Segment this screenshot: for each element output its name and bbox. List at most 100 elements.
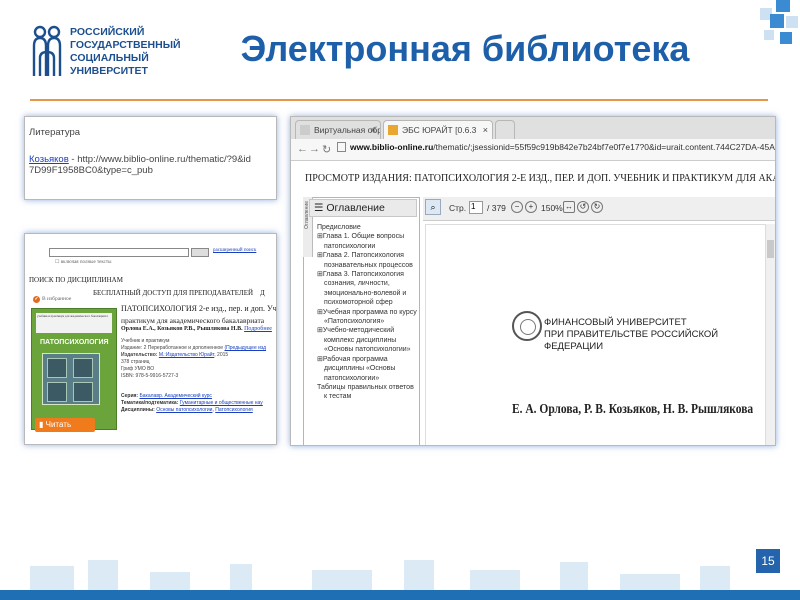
- toc-item[interactable]: ⊞Глава 2. Патопсихология познавательных …: [317, 251, 417, 270]
- free-access-label: БЕСПЛАТНЫЙ ДОСТУП ДЛЯ ПРЕПОДАВАТЕЛЕЙ: [93, 289, 254, 297]
- university-name: ФИНАНСОВЫЙ УНИВЕРСИТЕТ ПРИ ПРАВИТЕЛЬСТВЕ…: [544, 317, 765, 353]
- series-label: Серия:: [121, 393, 139, 399]
- tab-urait[interactable]: ЭБС ЮРАЙТ [0.6.3 ×: [383, 120, 493, 139]
- menu-tail: Д: [260, 289, 265, 297]
- link-url: - http://www.biblio-online.ru/thematic/?…: [68, 154, 251, 165]
- free-access-menu[interactable]: БЕСПЛАТНЫЙ ДОСТУП ДЛЯ ПРЕПОДАВАТЕЛЕЙ Д: [93, 289, 265, 297]
- advanced-search-link[interactable]: расширенный поиск: [213, 248, 256, 253]
- toc-heading[interactable]: ☰ Оглавление: [309, 199, 417, 217]
- close-icon[interactable]: ×: [483, 121, 488, 139]
- university-emblem: [512, 311, 542, 341]
- page-input[interactable]: 1: [469, 201, 483, 214]
- publish-year: , 2015: [214, 352, 229, 358]
- people-icon: [32, 25, 62, 76]
- decor-square: [88, 560, 118, 590]
- fulltext-checkbox[interactable]: ☐ включая полные тексты: [55, 259, 111, 265]
- page-number: 15: [756, 549, 780, 573]
- zoom-level: 150%: [541, 203, 563, 213]
- toc-item[interactable]: ⊞Глава 1. Общие вопросы патопсихологии: [317, 232, 417, 251]
- book-subtitle: практикум для академического бакалавриат…: [121, 316, 265, 325]
- decor-square: [776, 0, 790, 12]
- toc-item[interactable]: ⊞Глава 3. Патопсихология сознания, лично…: [317, 270, 417, 308]
- decor-square: [764, 30, 774, 40]
- discipline-link[interactable]: Основы патопсихологии: [156, 407, 212, 413]
- theme-link[interactable]: Гуманитарные и общественные нау: [180, 400, 263, 406]
- toc-item[interactable]: Таблицы правильных ответов к тестам: [317, 383, 417, 402]
- cover-image: [42, 353, 100, 405]
- author-link[interactable]: Козьяков: [29, 154, 69, 165]
- series-link[interactable]: Бакалавр. Академический курс: [140, 393, 212, 399]
- search-input[interactable]: [49, 248, 189, 257]
- forward-icon[interactable]: →: [309, 143, 320, 155]
- discipline-link[interactable]: Патопсихология: [215, 407, 252, 413]
- rotate-right-icon[interactable]: ↻: [591, 201, 603, 213]
- book-title[interactable]: ПАТОПСИХОЛОГИЯ 2-е изд., пер. и доп. Уче: [121, 304, 276, 313]
- reader-content: ПРОСМОТР ИЗДАНИЯ: ПАТОПСИХОЛОГИЯ 2-Е ИЗД…: [291, 161, 775, 445]
- decor-square: [700, 566, 730, 590]
- zoom-out-icon[interactable]: −: [511, 201, 523, 213]
- scroll-thumb[interactable]: [767, 240, 774, 258]
- url-field[interactable]: www.biblio-online.ru/thematic/;jsessioni…: [337, 142, 775, 152]
- read-label: Читать: [45, 420, 72, 429]
- meta-publisher: Издательство: М.:Издательство Юрайт, 201…: [121, 352, 266, 359]
- publisher-link[interactable]: М.:Издательство Юрайт: [159, 352, 214, 358]
- zoom-in-icon[interactable]: +: [525, 201, 537, 213]
- document-page: ФИНАНСОВЫЙ УНИВЕРСИТЕТ ПРИ ПРАВИТЕЛЬСТВЕ…: [425, 224, 765, 445]
- logo-line: РОССИЙСКИЙ: [70, 26, 145, 38]
- reader-toolbar: ⌕ Стр. 1 / 379 − + 150% ↔ ↺ ↻: [423, 197, 775, 221]
- prev-edition-link[interactable]: (Предыдущее изд: [224, 345, 266, 351]
- cover-header: учебник и практикум для академического б…: [36, 313, 112, 333]
- catalog-screenshot: расширенный поиск ☐ включая полные текст…: [24, 233, 277, 445]
- logo-line: СОЦИАЛЬНЫЙ: [70, 52, 149, 64]
- document-authors: Е. А. Орлова, Р. В. Козьяков, Н. В. Рышл…: [512, 401, 754, 416]
- decor-square: [780, 32, 792, 44]
- toc-item[interactable]: ⊞Рабочая программа дисциплины «Основы па…: [317, 355, 417, 383]
- decor-square: [230, 564, 252, 590]
- address-bar: ← → ↻ www.biblio-online.ru/thematic/;jse…: [291, 139, 775, 161]
- decor-square: [150, 572, 190, 590]
- favorites-label: В избранное: [42, 296, 72, 302]
- meta-grif: Гриф УМО ВО: [121, 366, 155, 372]
- toc-item[interactable]: ⊞Учебная программа по курсу «Патопсихоло…: [317, 308, 417, 327]
- logo-line: ГОСУДАРСТВЕННЫЙ: [70, 39, 181, 51]
- reader-browser-screenshot: Виртуальная образ× ЭБС ЮРАЙТ [0.6.3 × ← →…: [290, 116, 776, 446]
- tab-virtual[interactable]: Виртуальная образ×: [295, 120, 381, 139]
- theme-row: Тематика/подтематика: Гуманитарные и общ…: [121, 400, 263, 407]
- decor-square: [30, 566, 74, 590]
- checkbox-label: включая полные тексты: [60, 260, 112, 265]
- literature-heading: Литература: [29, 127, 81, 138]
- fit-width-icon[interactable]: ↔: [563, 201, 575, 213]
- series-row: Серия: Бакалавр. Академический курс: [121, 393, 263, 400]
- star-icon: ✓: [33, 296, 40, 303]
- disciplines-menu[interactable]: ПОИСК ПО ДИСЦИПЛИНАМ: [29, 276, 123, 284]
- view-title: ПРОСМОТР ИЗДАНИЯ: ПАТОПСИХОЛОГИЯ 2-Е ИЗД…: [305, 173, 775, 184]
- title-divider: [30, 99, 768, 101]
- toc-item[interactable]: Предисловие: [317, 223, 417, 232]
- page-label: Стр.: [449, 203, 467, 213]
- search-icon[interactable]: ⌕: [425, 199, 441, 215]
- details-link[interactable]: Подробнее: [244, 326, 272, 332]
- reload-icon[interactable]: ↻: [322, 143, 331, 156]
- toc-list: Предисловие ⊞Глава 1. Общие вопросы пато…: [317, 223, 417, 402]
- book-cover[interactable]: учебник и практикум для академического б…: [31, 308, 117, 430]
- back-icon[interactable]: ←: [297, 143, 308, 155]
- meta-isbn: ISBN: 978-5-9916-5727-3: [121, 373, 179, 379]
- footer-band: [0, 590, 800, 600]
- tab-label: ЭБС ЮРАЙТ [0.6.3: [402, 125, 477, 135]
- favorites-button[interactable]: ✓ В избранное: [33, 296, 71, 303]
- slide-title: Электронная библиотека: [240, 28, 690, 69]
- book-meta: Учебник и практикум Издание: 2 Переработ…: [121, 338, 266, 380]
- list-icon: ☰: [314, 202, 327, 214]
- publisher-label: Издательство:: [121, 352, 158, 358]
- rotate-left-icon[interactable]: ↺: [577, 201, 589, 213]
- page-scrollbar[interactable]: [765, 224, 775, 445]
- new-tab-button[interactable]: [495, 120, 515, 139]
- decor-square: [560, 562, 588, 590]
- search-button[interactable]: [191, 248, 209, 257]
- close-icon[interactable]: ×: [371, 121, 376, 139]
- logo-line: УНИВЕРСИТЕТ: [70, 65, 148, 77]
- page-total: / 379: [487, 203, 506, 213]
- university-line: ФИНАНСОВЫЙ УНИВЕРСИТЕТ: [544, 317, 687, 328]
- toc-item[interactable]: ⊞Учебно-методический комплекс дисциплины…: [317, 326, 417, 354]
- read-button[interactable]: ▮ Читать: [35, 418, 95, 432]
